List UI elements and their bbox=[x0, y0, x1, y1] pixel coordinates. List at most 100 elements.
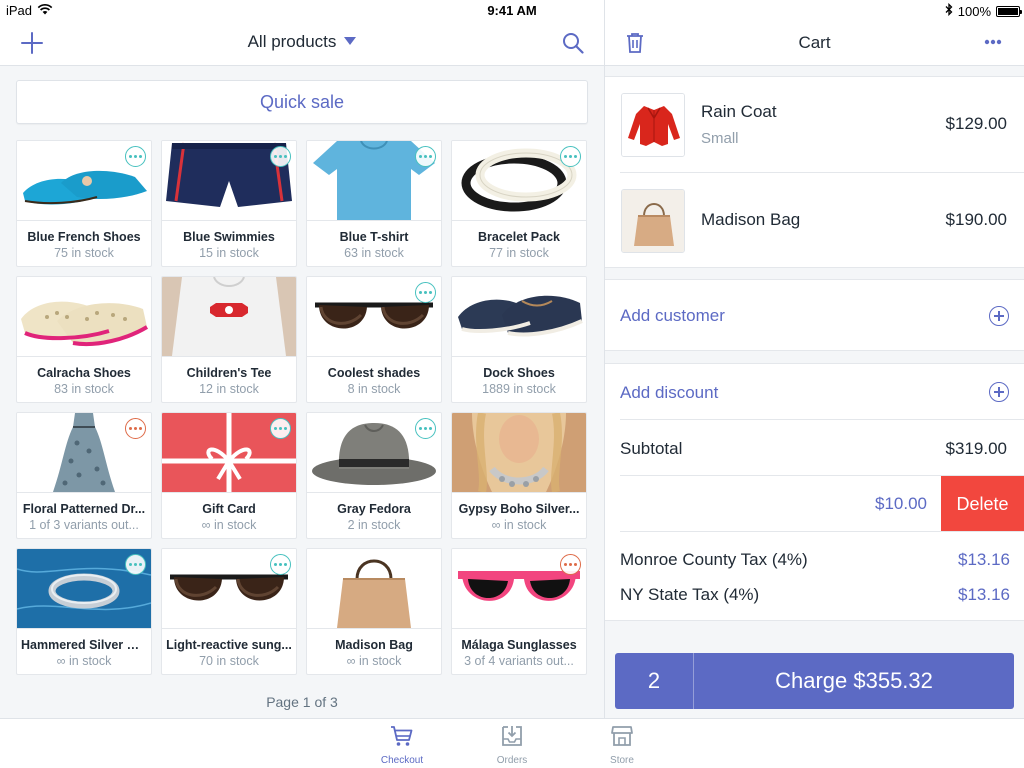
more-options-icon[interactable] bbox=[125, 554, 146, 575]
line-item-price: $190.00 bbox=[945, 210, 1007, 229]
add-customer-label: Add customer bbox=[620, 306, 725, 325]
product-stock: 15 in stock bbox=[199, 246, 259, 260]
product-card[interactable]: Gray Fedora 2 in stock bbox=[306, 412, 442, 539]
product-name: Blue French Shoes bbox=[27, 230, 141, 244]
product-card[interactable]: Children's Tee 12 in stock bbox=[161, 276, 297, 403]
product-card[interactable]: Calracha Shoes 83 in stock bbox=[16, 276, 152, 403]
product-card[interactable]: Blue Swimmies 15 in stock bbox=[161, 140, 297, 267]
subtotal-label: Subtotal bbox=[620, 439, 683, 458]
divider bbox=[307, 492, 441, 493]
more-options-icon[interactable] bbox=[415, 418, 436, 439]
product-card[interactable]: Blue French Shoes 75 in stock bbox=[16, 140, 152, 267]
product-card[interactable]: Coolest shades 8 in stock bbox=[306, 276, 442, 403]
product-name: Light-reactive sung... bbox=[166, 638, 292, 652]
product-filter-dropdown[interactable]: All products bbox=[0, 32, 604, 52]
more-icon bbox=[984, 39, 1002, 45]
tab-store[interactable]: Store bbox=[587, 724, 657, 766]
product-image bbox=[452, 413, 586, 492]
product-name: Floral Patterned Dr... bbox=[22, 502, 146, 516]
more-options-icon[interactable] bbox=[560, 554, 581, 575]
tax-value: $13.16 bbox=[958, 585, 1010, 604]
product-stock: 8 in stock bbox=[347, 382, 401, 396]
product-stock: 1889 in stock bbox=[482, 382, 556, 396]
product-card[interactable]: Madison Bag ∞ in stock bbox=[306, 548, 442, 675]
product-name: Hammered Silver Ri... bbox=[21, 638, 147, 652]
product-card[interactable]: Bracelet Pack 77 in stock bbox=[451, 140, 587, 267]
battery-percent: 100% bbox=[957, 3, 991, 19]
product-pane: All products Quick sale Blue French Shoe… bbox=[0, 20, 604, 718]
tab-checkout[interactable]: Checkout bbox=[367, 724, 437, 766]
tab-label: Store bbox=[610, 755, 634, 766]
product-image bbox=[452, 277, 586, 356]
product-card[interactable]: Gift Card ∞ in stock bbox=[161, 412, 297, 539]
cart-line-item[interactable]: Madison Bag $190.00 bbox=[605, 173, 1024, 269]
product-card[interactable]: Floral Patterned Dr... 1 of 3 variants ou… bbox=[16, 412, 152, 539]
product-image bbox=[162, 277, 296, 356]
product-stock: 75 in stock bbox=[54, 246, 114, 260]
delete-discount-button[interactable]: Delete bbox=[941, 476, 1024, 532]
product-stock: 2 in stock bbox=[347, 518, 401, 532]
cart-line-item[interactable]: Rain Coat Small $129.00 bbox=[605, 77, 1024, 173]
line-item-name: Madison Bag bbox=[701, 210, 801, 229]
product-card[interactable]: Málaga Sunglasses 3 of 4 variants out... bbox=[451, 548, 587, 675]
line-item-price: $129.00 bbox=[945, 114, 1007, 133]
product-stock: 63 in stock bbox=[344, 246, 404, 260]
battery-icon bbox=[996, 5, 1022, 17]
divider bbox=[307, 628, 441, 629]
tab-orders[interactable]: Orders bbox=[477, 724, 547, 766]
add-discount-icon[interactable] bbox=[989, 382, 1009, 402]
more-options-icon[interactable] bbox=[270, 418, 291, 439]
product-stock: ∞ in stock bbox=[56, 654, 112, 668]
charge-button[interactable]: 2 Charge $355.32 bbox=[615, 653, 1014, 709]
product-card[interactable]: Gypsy Boho Silver... ∞ in stock bbox=[451, 412, 587, 539]
divider bbox=[307, 220, 441, 221]
more-options-icon[interactable] bbox=[125, 418, 146, 439]
search-button[interactable] bbox=[559, 29, 587, 57]
tab-label: Orders bbox=[496, 755, 528, 766]
more-options-icon[interactable] bbox=[415, 146, 436, 167]
product-name: Coolest shades bbox=[327, 366, 421, 380]
product-card[interactable]: Hammered Silver Ri... ∞ in stock bbox=[16, 548, 152, 675]
divider bbox=[452, 492, 586, 493]
product-stock: ∞ in stock bbox=[346, 654, 402, 668]
more-options-icon[interactable] bbox=[560, 146, 581, 167]
cart-pane: Cart Rain Coat Small $129.00 Madison Bag… bbox=[605, 20, 1024, 718]
product-stock: 77 in stock bbox=[489, 246, 549, 260]
add-customer-icon[interactable] bbox=[989, 306, 1009, 326]
product-name: Gray Fedora bbox=[337, 502, 411, 516]
divider bbox=[17, 628, 151, 629]
cart-more-button[interactable] bbox=[979, 32, 1007, 52]
product-stock: ∞ in stock bbox=[491, 518, 547, 532]
divider bbox=[452, 628, 586, 629]
more-options-icon[interactable] bbox=[125, 146, 146, 167]
tax-label: Monroe County Tax (4%) bbox=[620, 550, 808, 569]
caret-down-icon bbox=[344, 37, 357, 45]
tab-bar: Checkout Orders Store bbox=[0, 718, 1024, 768]
product-name: Málaga Sunglasses bbox=[461, 638, 577, 652]
product-card[interactable]: Dock Shoes 1889 in stock bbox=[451, 276, 587, 403]
add-customer-row[interactable]: Add customer bbox=[605, 279, 1024, 351]
divider bbox=[17, 220, 151, 221]
cart-header: Cart bbox=[605, 20, 1024, 66]
product-card[interactable]: Light-reactive sung... 70 in stock bbox=[161, 548, 297, 675]
quick-sale-button[interactable]: Quick sale bbox=[16, 80, 588, 124]
search-icon bbox=[563, 33, 584, 54]
more-options-icon[interactable] bbox=[270, 554, 291, 575]
more-options-icon[interactable] bbox=[415, 282, 436, 303]
product-name: Gypsy Boho Silver... bbox=[458, 502, 580, 516]
add-discount-label: Add discount bbox=[620, 383, 719, 402]
tax-value: $13.16 bbox=[958, 550, 1010, 569]
divider bbox=[17, 356, 151, 357]
product-stock: 83 in stock bbox=[54, 382, 114, 396]
line-item-name: Rain Coat bbox=[701, 102, 777, 121]
product-name: Gift Card bbox=[202, 502, 256, 516]
cart-summary: Add discount Subtotal $319.00 $10.00 Del… bbox=[605, 363, 1024, 621]
product-card[interactable]: Blue T-shirt 63 in stock bbox=[306, 140, 442, 267]
line-item-image bbox=[621, 189, 685, 253]
tax-label: NY State Tax (4%) bbox=[620, 585, 760, 604]
store-icon bbox=[611, 726, 633, 746]
product-name: Children's Tee bbox=[186, 366, 272, 380]
status-right: 100% bbox=[945, 2, 1022, 19]
more-options-icon[interactable] bbox=[270, 146, 291, 167]
divider bbox=[452, 356, 586, 357]
